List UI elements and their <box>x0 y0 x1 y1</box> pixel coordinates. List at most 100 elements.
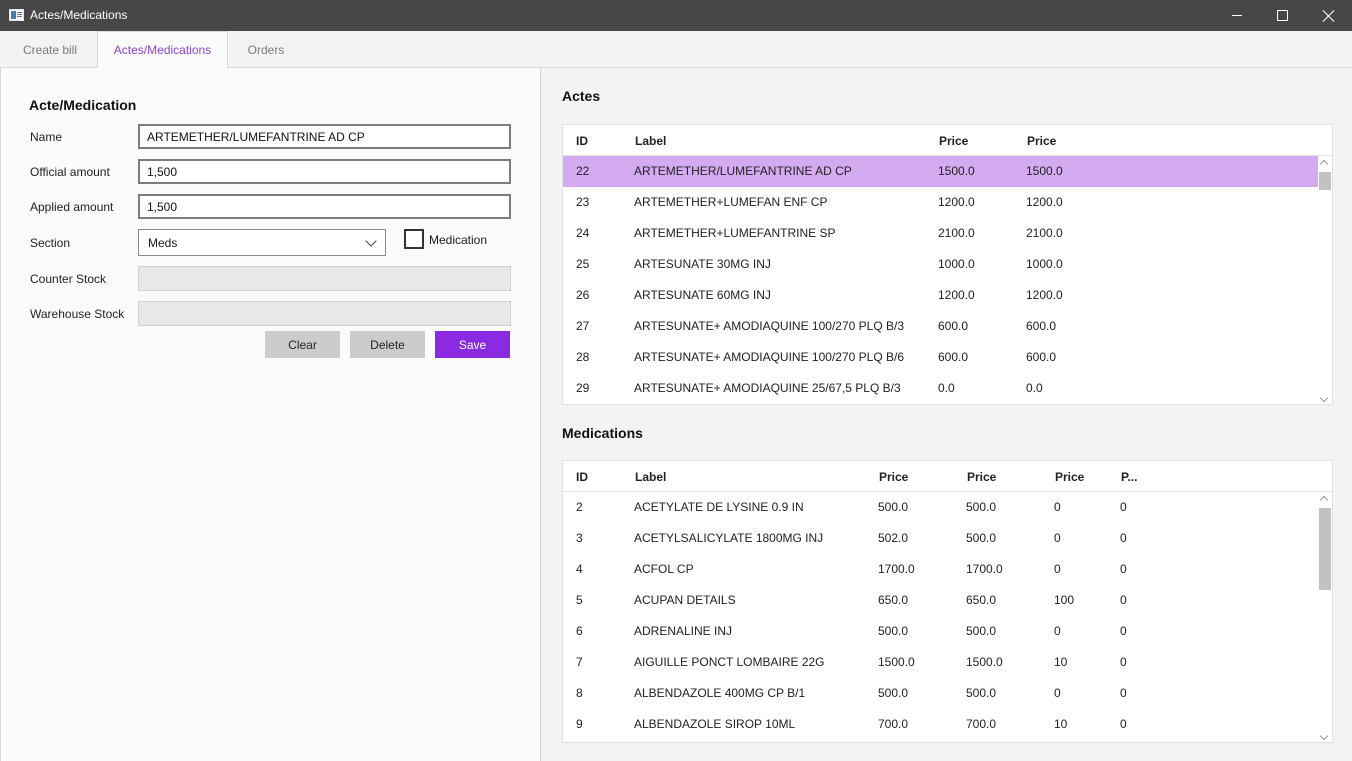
table-row[interactable]: 24 ARTEMETHER+LUMEFANTRINE SP 2100.0 2100.0 <box>563 218 1319 249</box>
scroll-up-icon[interactable] <box>1319 495 1329 505</box>
scroll-down-icon[interactable] <box>1319 393 1329 403</box>
maximize-icon <box>1276 10 1288 21</box>
actes-col-price-2[interactable]: Price <box>1027 134 1056 148</box>
medications-cell: 0 <box>1120 717 1127 731</box>
chevron-down-icon <box>365 235 377 247</box>
delete-button[interactable]: Delete <box>350 331 425 358</box>
scroll-down-icon[interactable] <box>1319 731 1329 741</box>
table-row[interactable]: 23 ARTEMETHER+LUMEFAN ENF CP 1200.0 1200.0 <box>563 187 1319 218</box>
name-input[interactable] <box>138 124 511 149</box>
medications-cell: 7 <box>576 655 583 669</box>
meds-col-price-1[interactable]: Price <box>879 470 908 484</box>
tab-actes-medications[interactable]: Actes/Medications <box>97 31 228 69</box>
table-row[interactable]: 2 ACETYLATE DE LYSINE 0.9 IN 500.0 500.0 0 0 <box>563 492 1319 523</box>
actes-col-label[interactable]: Label <box>635 134 666 148</box>
medications-cell: 0 <box>1120 500 1127 514</box>
actes-cell: 1000.0 <box>938 257 975 271</box>
minimize-button[interactable] <box>1214 0 1260 31</box>
medications-cell: 500.0 <box>966 500 997 514</box>
medications-cell: ADRENALINE INJ <box>634 624 733 638</box>
medications-cell: 8 <box>576 686 583 700</box>
medications-cell: ALBENDAZOLE 400MG CP B/1 <box>634 686 806 700</box>
actes-cell: 1500.0 <box>938 164 975 178</box>
actes-cell: ARTEMETHER+LUMEFAN ENF CP <box>634 195 828 209</box>
official-amount-input[interactable] <box>138 159 511 184</box>
actes-cell: 1500.0 <box>1026 164 1063 178</box>
close-button[interactable] <box>1306 0 1352 31</box>
table-row[interactable]: 28 ARTESUNATE+ AMODIAQUINE 100/270 PLQ B/… <box>563 342 1319 373</box>
meds-col-label[interactable]: Label <box>635 470 666 484</box>
medications-cell: 9 <box>576 717 583 731</box>
table-row[interactable]: 25 ARTESUNATE 30MG INJ 1000.0 1000.0 <box>563 249 1319 280</box>
medications-scroll-thumb[interactable] <box>1319 508 1331 590</box>
medications-cell: ALBENDAZOLE SIROP 10ML <box>634 717 796 731</box>
window-title: Actes/Medications <box>30 8 128 22</box>
medications-cell: 6 <box>576 624 583 638</box>
lists-panel: Actes ID Label Price Price 22 ARTEMETHER/… <box>541 68 1352 761</box>
medications-cell: ACFOL CP <box>634 562 694 576</box>
meds-col-id[interactable]: ID <box>576 470 588 484</box>
medications-cell: 1700.0 <box>966 562 1003 576</box>
medications-cell: 4 <box>576 562 583 576</box>
acte-form-panel: Acte/Medication Name Official amount App… <box>0 68 541 761</box>
applied-amount-input[interactable] <box>138 194 511 219</box>
clear-button[interactable]: Clear <box>265 331 340 358</box>
section-label: Section <box>30 236 71 250</box>
table-row[interactable]: 29 ARTESUNATE+ AMODIAQUINE 25/67,5 PLQ B/… <box>563 373 1319 404</box>
medications-cell: ACETYLSALICYLATE 1800MG INJ <box>634 531 824 545</box>
tab-orders[interactable]: Orders <box>229 31 303 68</box>
actes-cell: 1200.0 <box>938 195 975 209</box>
table-row[interactable]: 27 ARTESUNATE+ AMODIAQUINE 100/270 PLQ B/… <box>563 311 1319 342</box>
actes-cell: 2100.0 <box>938 226 975 240</box>
tab-create-bill[interactable]: Create bill <box>2 31 98 68</box>
medication-checkbox-label[interactable]: Medication <box>429 233 487 247</box>
actes-cell: 600.0 <box>938 350 969 364</box>
actes-cell: ARTESUNATE 60MG INJ <box>634 288 771 302</box>
medications-cell: 0 <box>1120 655 1127 669</box>
meds-col-price-3[interactable]: Price <box>1055 470 1084 484</box>
actes-col-price-1[interactable]: Price <box>939 134 968 148</box>
section-select[interactable]: Meds <box>138 229 386 256</box>
actes-scrollbar[interactable] <box>1318 156 1332 404</box>
maximize-button[interactable] <box>1259 0 1305 31</box>
actes-cell: ARTESUNATE 30MG INJ <box>634 257 771 271</box>
table-row[interactable]: 4 ACFOL CP 1700.0 1700.0 0 0 <box>563 554 1319 585</box>
tab-bar: Create bill Actes/Medications Orders <box>0 31 1352 69</box>
actes-cell: 600.0 <box>938 319 969 333</box>
medications-cell: 100 <box>1054 593 1075 607</box>
actes-cell: 28 <box>576 350 590 364</box>
scroll-up-icon[interactable] <box>1319 159 1329 169</box>
table-row[interactable]: 3 ACETYLSALICYLATE 1800MG INJ 502.0 500.0 0 0 <box>563 523 1319 554</box>
table-row[interactable]: 6 ADRENALINE INJ 500.0 500.0 0 0 <box>563 616 1319 647</box>
meds-col-price-2[interactable]: Price <box>967 470 996 484</box>
actes-cell: 24 <box>576 226 590 240</box>
table-row[interactable]: 9 ALBENDAZOLE SIROP 10ML 700.0 700.0 10 0 <box>563 709 1319 740</box>
actes-table-header: ID Label Price Price <box>563 125 1332 156</box>
medications-cell: 0 <box>1054 686 1061 700</box>
table-row[interactable]: 7 AIGUILLE PONCT LOMBAIRE 22G 1500.0 1500.0… <box>563 647 1319 678</box>
medications-cell: 0 <box>1054 624 1061 638</box>
medication-checkbox[interactable] <box>404 229 424 249</box>
meds-col-p[interactable]: P... <box>1121 470 1137 484</box>
medications-cell: 0 <box>1054 500 1061 514</box>
medications-cell: 500.0 <box>966 624 997 638</box>
table-row[interactable]: 26 ARTESUNATE 60MG INJ 1200.0 1200.0 <box>563 280 1319 311</box>
medications-cell: 2 <box>576 500 583 514</box>
table-row[interactable]: 8 ALBENDAZOLE 400MG CP B/1 500.0 500.0 0 0 <box>563 678 1319 709</box>
form-title: Acte/Medication <box>29 97 137 113</box>
actes-table: ID Label Price Price 22 ARTEMETHER/LUMEFA… <box>562 124 1333 405</box>
medications-cell: 650.0 <box>966 593 997 607</box>
table-row[interactable]: 5 ACUPAN DETAILS 650.0 650.0 100 0 <box>563 585 1319 616</box>
medications-cell: 700.0 <box>966 717 997 731</box>
medications-cell: 500.0 <box>878 686 909 700</box>
actes-scroll-thumb[interactable] <box>1319 172 1331 190</box>
actes-col-id[interactable]: ID <box>576 134 588 148</box>
medications-cell: 0 <box>1120 686 1127 700</box>
save-button[interactable]: Save <box>435 331 510 358</box>
actes-cell: 1200.0 <box>1026 288 1063 302</box>
actes-cell: ARTESUNATE+ AMODIAQUINE 25/67,5 PLQ B/3 <box>634 381 901 395</box>
medications-scrollbar[interactable] <box>1318 492 1332 742</box>
table-row[interactable]: 22 ARTEMETHER/LUMEFANTRINE AD CP 1500.0 150… <box>563 156 1319 187</box>
medications-cell: 500.0 <box>966 686 997 700</box>
medications-cell: 0 <box>1120 531 1127 545</box>
